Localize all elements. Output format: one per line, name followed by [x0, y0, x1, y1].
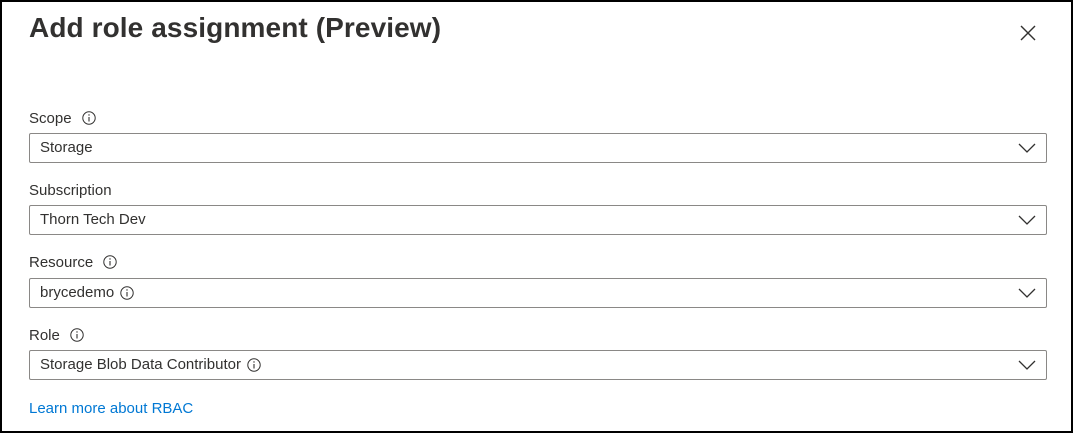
role-info-icon[interactable] [70, 328, 84, 342]
learn-more-rbac-link[interactable]: Learn more about RBAC [29, 400, 193, 417]
subscription-dropdown[interactable]: Thorn Tech Dev [29, 205, 1047, 235]
role-dropdown[interactable]: Storage Blob Data Contributor [29, 350, 1047, 380]
scope-label: Scope [29, 109, 72, 127]
chevron-down-icon [1018, 143, 1036, 153]
scope-dropdown[interactable]: Storage [29, 133, 1047, 163]
resource-value-info-icon[interactable] [120, 286, 134, 300]
resource-value: brycedemo [40, 284, 115, 301]
close-icon [1020, 25, 1036, 41]
role-value: Storage Blob Data Contributor [40, 356, 241, 373]
chevron-down-icon [1018, 360, 1036, 370]
resource-info-icon[interactable] [103, 255, 117, 269]
resource-value-row: brycedemo [40, 279, 134, 307]
resource-label-row: Resource [29, 252, 117, 272]
chevron-down-icon [1018, 288, 1036, 298]
scope-label-row: Scope [29, 108, 96, 128]
dialog-title: Add role assignment (Preview) [29, 12, 442, 43]
subscription-value: Thorn Tech Dev [40, 211, 146, 228]
resource-label: Resource [29, 253, 94, 271]
role-label-row: Role [29, 325, 84, 345]
role-value-info-icon[interactable] [247, 358, 261, 372]
scope-info-icon[interactable] [81, 111, 96, 125]
chevron-down-icon [1018, 215, 1036, 225]
role-value-row: Storage Blob Data Contributor [40, 351, 261, 379]
scope-value: Storage [40, 139, 93, 156]
subscription-label-row: Subscription [29, 180, 112, 200]
role-assignment-panel: Add role assignment (Preview) Scope Stor… [0, 0, 1073, 433]
subscription-label: Subscription [29, 181, 112, 199]
role-label: Role [29, 326, 60, 344]
close-button[interactable] [1016, 21, 1040, 45]
resource-dropdown[interactable]: brycedemo [29, 278, 1047, 308]
